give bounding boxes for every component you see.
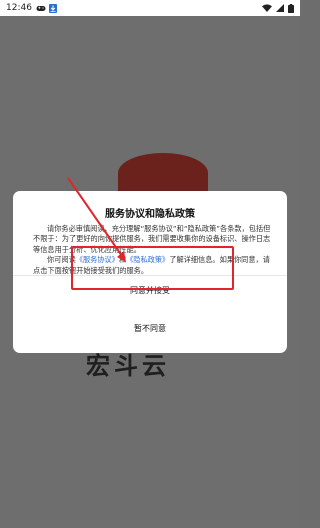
highlight-box: [71, 246, 234, 290]
status-icons-right: [262, 3, 294, 13]
status-time: 12:46: [6, 3, 32, 13]
status-bar: 12:46: [0, 0, 300, 16]
gamepad-icon: [36, 5, 46, 11]
signal-icon: [276, 4, 284, 12]
battery-icon: [288, 3, 294, 13]
wifi-icon: [262, 4, 272, 12]
disagree-button[interactable]: 暂不同意: [13, 317, 287, 341]
status-icons-left: [36, 3, 57, 13]
background-logo-emblem: [118, 153, 208, 193]
download-icon: [48, 3, 57, 13]
dialog-title: 服务协议和隐私政策: [105, 209, 195, 220]
